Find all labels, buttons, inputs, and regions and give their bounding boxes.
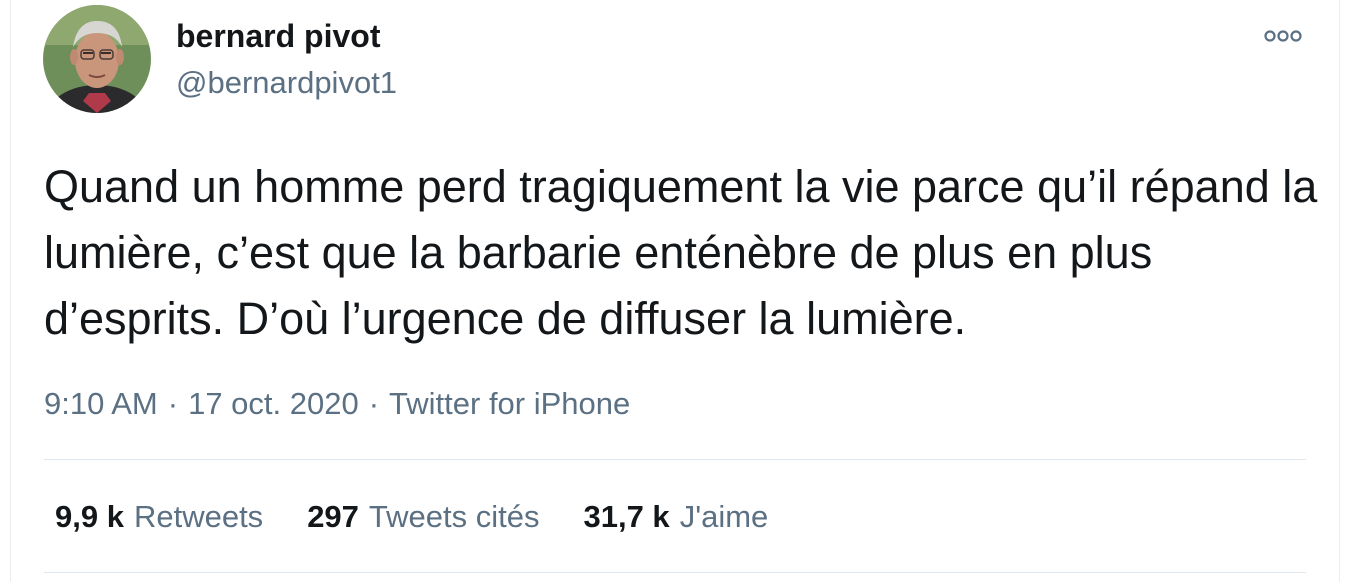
quote-tweets-count: 297 (307, 499, 359, 534)
avatar[interactable] (43, 5, 151, 113)
likes-count: 31,7 k (583, 499, 670, 534)
tweet-date[interactable]: 17 oct. 2020 (188, 386, 359, 421)
divider (44, 572, 1306, 573)
divider (44, 459, 1306, 460)
separator-dot: · (167, 386, 179, 421)
tweet-time[interactable]: 9:10 AM (44, 386, 158, 421)
retweets-stat[interactable]: 9,9 k Retweets (55, 497, 263, 537)
author-name[interactable]: bernard pivot (176, 18, 380, 54)
retweets-count: 9,9 k (55, 499, 124, 534)
tweet-text: Quand un homme perd tragiquement la vie … (44, 161, 1318, 344)
author-handle[interactable]: @bernardpivot1 (176, 66, 397, 100)
tweet-source[interactable]: Twitter for iPhone (389, 386, 630, 421)
tweet-card: bernard pivot @bernardpivot1 Quand un ho… (10, 0, 1340, 582)
quote-tweets-label: Tweets cités (368, 499, 540, 534)
separator-dot: · (368, 386, 380, 421)
quote-tweets-stat[interactable]: 297 Tweets cités (307, 497, 539, 537)
likes-label: J'aime (679, 499, 769, 534)
avatar-photo-icon (43, 5, 151, 113)
engagement-stats: 9,9 k Retweets 297 Tweets cités 31,7 k J'ai… (55, 497, 812, 537)
more-options-icon[interactable] (1263, 26, 1303, 46)
retweets-label: Retweets (133, 499, 264, 534)
tweet-metadata: 9:10 AM · 17 oct. 2020 · Twitter for iPhone (44, 384, 630, 424)
likes-stat[interactable]: 31,7 k J'aime (583, 497, 768, 537)
